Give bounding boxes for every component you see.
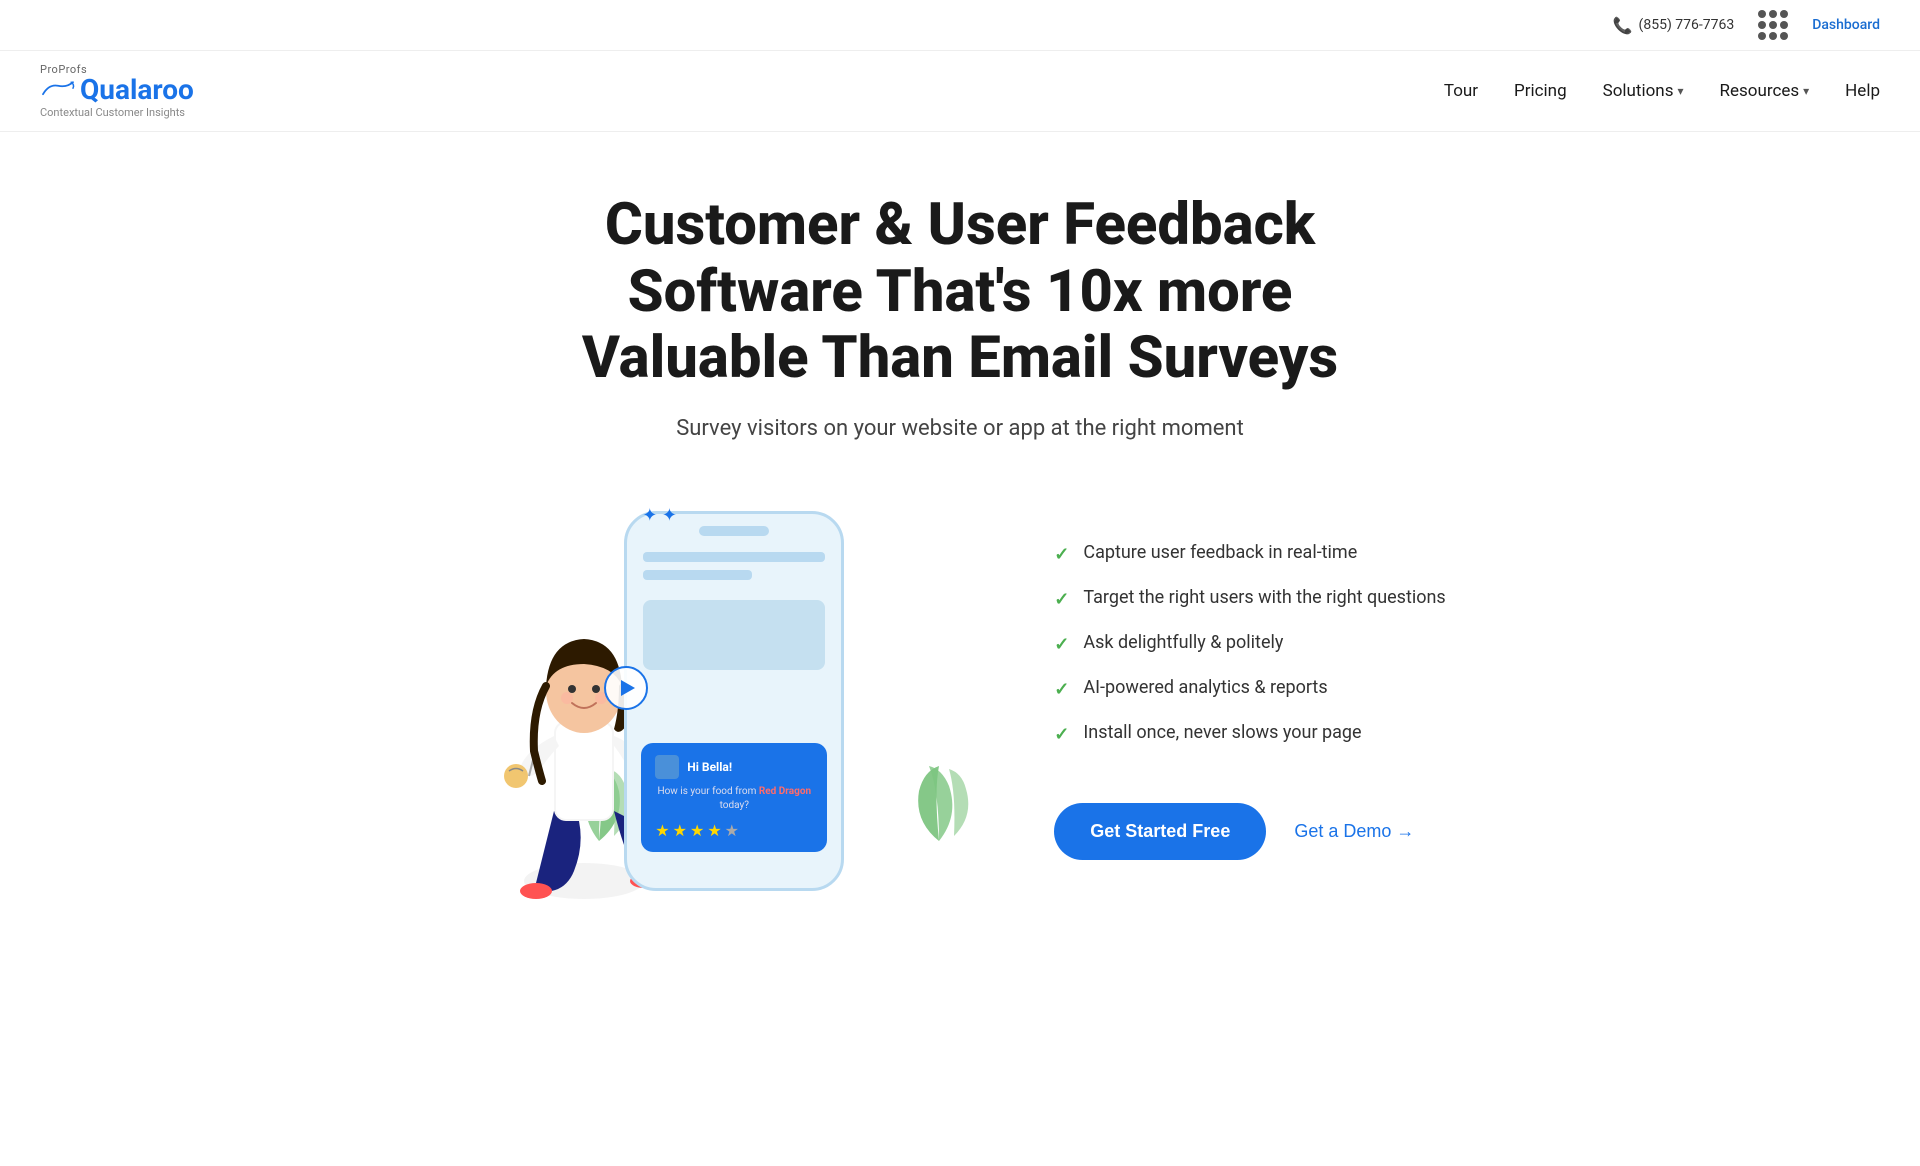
survey-popup: Hi Bella! How is your food from Red Drag… — [641, 743, 827, 852]
star-5: ★ — [725, 821, 739, 840]
check-icon-5: ✓ — [1054, 724, 1069, 745]
feature-1: ✓ Capture user feedback in real-time — [1054, 542, 1445, 565]
feature-text-2: Target the right users with the right qu… — [1083, 587, 1445, 608]
leaves-right-decoration — [904, 761, 974, 861]
get-started-button[interactable]: Get Started Free — [1054, 803, 1266, 860]
survey-question: How is your food from Red Dragon today? — [655, 785, 813, 813]
nav-pricing[interactable]: Pricing — [1514, 81, 1567, 101]
survey-suffix: today? — [720, 800, 749, 811]
dashboard-link[interactable]: Dashboard — [1812, 17, 1880, 33]
top-bar: 📞 (855) 776-7763 Dashboard — [0, 0, 1920, 51]
phone-line-2 — [643, 570, 752, 580]
hero-title: Customer & User Feedback Software That's… — [510, 192, 1410, 392]
sparkle-decoration: ✦ ✦ — [642, 505, 677, 526]
nav-help[interactable]: Help — [1845, 81, 1880, 101]
logo-tagline: Contextual Customer Insights — [40, 106, 194, 119]
hero-content: Hi Bella! How is your food from Red Drag… — [260, 491, 1660, 911]
check-icon-3: ✓ — [1054, 634, 1069, 655]
nav-resources[interactable]: Resources ▾ — [1720, 81, 1810, 101]
feature-5: ✓ Install once, never slows your page — [1054, 722, 1445, 745]
phone-screen-lines — [627, 536, 841, 596]
nav-solutions[interactable]: Solutions ▾ — [1603, 81, 1684, 101]
survey-popup-header: Hi Bella! — [655, 755, 813, 779]
features-list: ✓ Capture user feedback in real-time ✓ T… — [1054, 542, 1445, 860]
check-icon-1: ✓ — [1054, 544, 1069, 565]
phone-body: Hi Bella! How is your food from Red Drag… — [624, 511, 844, 891]
feature-text-4: AI-powered analytics & reports — [1083, 677, 1327, 698]
nav-tour[interactable]: Tour — [1444, 81, 1478, 101]
star-4: ★ — [707, 821, 721, 840]
solutions-chevron-icon: ▾ — [1677, 84, 1683, 98]
feature-text-3: Ask delightfully & politely — [1083, 632, 1283, 653]
star-2: ★ — [673, 821, 687, 840]
feature-text-5: Install once, never slows your page — [1083, 722, 1361, 743]
phone-line-1 — [643, 552, 825, 562]
qualaroo-text: Qualaroo — [80, 76, 194, 104]
phone-icon: 📞 — [1613, 16, 1633, 35]
phone-mockup: Hi Bella! How is your food from Red Drag… — [624, 511, 844, 891]
feature-4: ✓ AI-powered analytics & reports — [1054, 677, 1445, 700]
nav-resources-label: Resources — [1720, 81, 1800, 101]
phone-text: (855) 776-7763 — [1639, 17, 1735, 33]
survey-question-text: How is your food from — [657, 786, 756, 797]
feature-text-1: Capture user feedback in real-time — [1083, 542, 1357, 563]
resources-chevron-icon: ▾ — [1803, 84, 1809, 98]
phone-content-block — [643, 600, 825, 670]
survey-brand: Red Dragon — [759, 786, 811, 797]
star-1: ★ — [655, 821, 669, 840]
survey-greeting: Hi Bella! — [687, 760, 732, 774]
logo-area: ProProfs Qualaroo Contextual Customer In… — [40, 63, 194, 119]
check-icon-2: ✓ — [1054, 589, 1069, 610]
hero-section: Customer & User Feedback Software That's… — [0, 132, 1920, 951]
feature-3: ✓ Ask delightfully & politely — [1054, 632, 1445, 655]
hero-subtitle: Survey visitors on your website or app a… — [80, 416, 1840, 441]
qualaroo-bird-icon — [40, 80, 76, 100]
main-nav: ProProfs Qualaroo Contextual Customer In… — [0, 51, 1920, 132]
play-triangle-icon — [621, 680, 635, 696]
nav-solutions-label: Solutions — [1603, 81, 1674, 101]
qualaroo-logo[interactable]: Qualaroo — [40, 76, 194, 104]
check-icon-4: ✓ — [1054, 679, 1069, 700]
survey-stars: ★ ★ ★ ★ ★ — [655, 821, 813, 840]
phone-illustration: Hi Bella! How is your food from Red Drag… — [474, 491, 994, 911]
star-3: ★ — [690, 821, 704, 840]
nav-links: Tour Pricing Solutions ▾ Resources ▾ Hel… — [1444, 81, 1880, 101]
cta-area: Get Started Free Get a Demo → — [1054, 803, 1445, 860]
phone-number: 📞 (855) 776-7763 — [1613, 16, 1735, 35]
survey-avatar — [655, 755, 679, 779]
phone-notch — [699, 526, 769, 536]
feature-2: ✓ Target the right users with the right … — [1054, 587, 1445, 610]
apps-grid-icon[interactable] — [1758, 10, 1788, 40]
get-demo-button[interactable]: Get a Demo → — [1294, 821, 1414, 842]
